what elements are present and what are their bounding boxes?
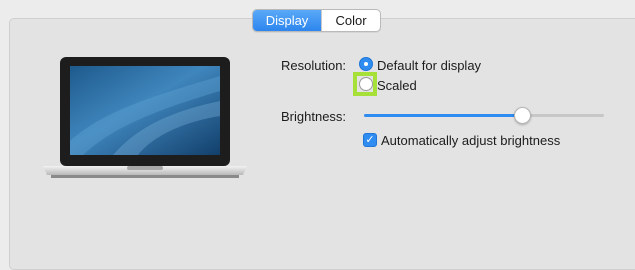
laptop-icon	[43, 56, 247, 187]
checkmark-icon: ✓	[365, 133, 375, 146]
brightness-slider[interactable]	[364, 114, 604, 117]
brightness-slider-knob[interactable]	[513, 107, 531, 124]
tab-display[interactable]: Display	[253, 10, 321, 31]
auto-brightness-label[interactable]: Automatically adjust brightness	[381, 133, 560, 148]
display-color-segmented-control: Display Color	[252, 9, 381, 32]
resolution-default-label[interactable]: Default for display	[377, 58, 481, 73]
brightness-slider-fill	[364, 114, 523, 117]
tab-color[interactable]: Color	[321, 10, 380, 31]
resolution-scaled-radio[interactable]	[359, 77, 373, 91]
resolution-scaled-label[interactable]: Scaled	[377, 78, 417, 93]
brightness-label: Brightness:	[281, 109, 347, 124]
resolution-label: Resolution:	[281, 58, 347, 73]
auto-brightness-checkbox[interactable]: ✓	[363, 133, 377, 147]
resolution-default-radio[interactable]	[359, 57, 373, 71]
